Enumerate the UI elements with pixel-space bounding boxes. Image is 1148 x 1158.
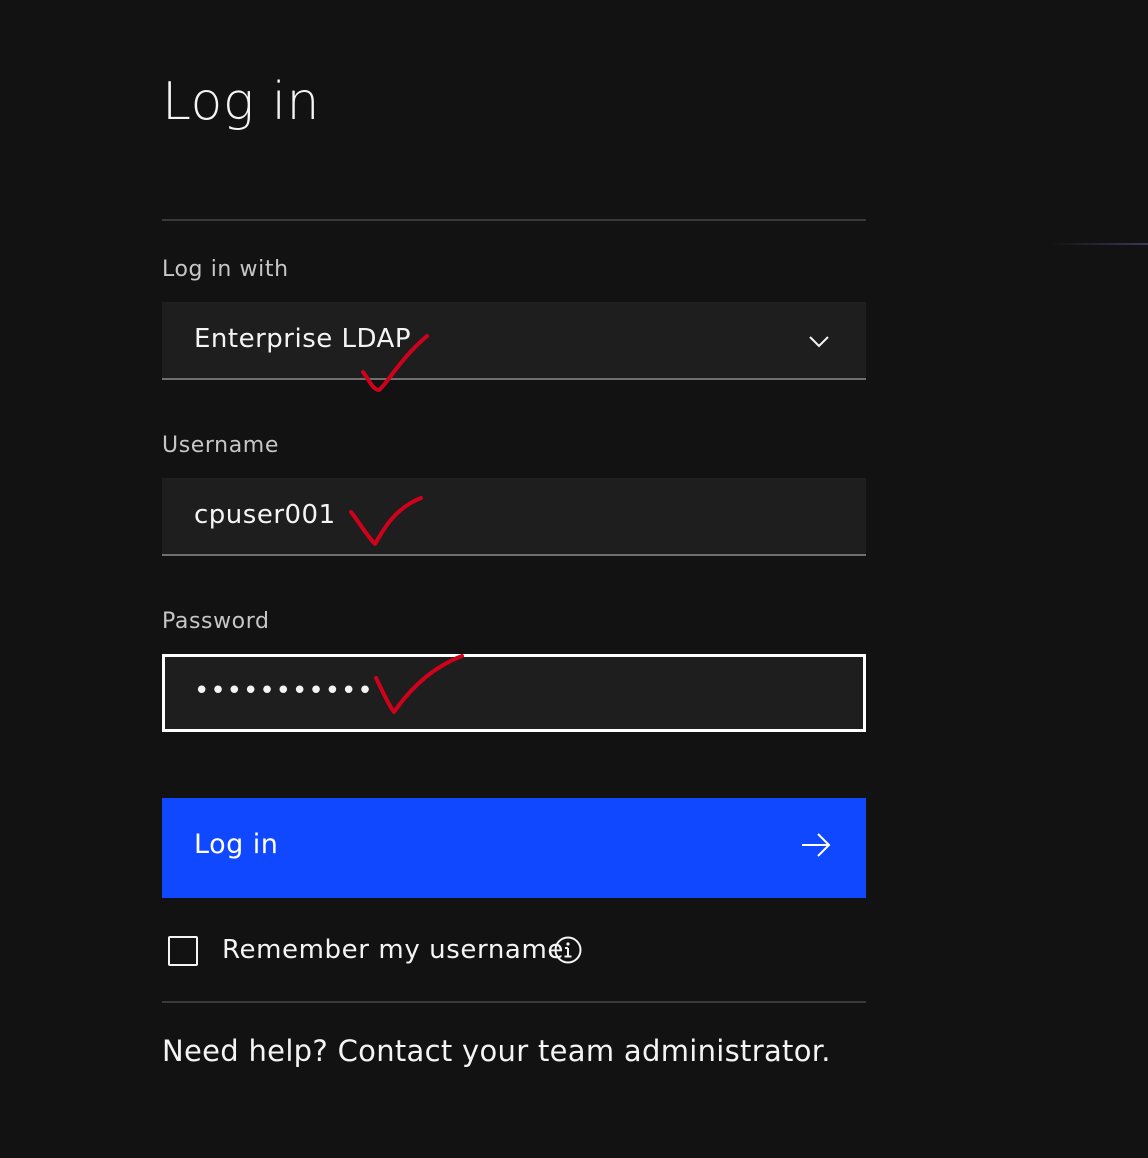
page-title: Log in: [162, 72, 321, 132]
username-field[interactable]: cpuser001: [162, 478, 866, 556]
remember-username-checkbox[interactable]: [168, 936, 198, 966]
remember-username-row: Remember my username: [168, 935, 818, 969]
username-input-value: cpuser001: [194, 500, 336, 530]
chevron-down-icon: [809, 336, 829, 348]
help-text: Need help? Contact your team administrat…: [162, 1034, 831, 1068]
login-page: Log in Log in with Enterprise LDAP Usern…: [0, 0, 1148, 1158]
background-decoration: [1050, 243, 1148, 245]
username-label: Username: [162, 433, 279, 458]
bottom-divider: [162, 1001, 866, 1003]
remember-username-label[interactable]: Remember my username: [222, 935, 564, 965]
login-method-selected-value: Enterprise LDAP: [194, 324, 412, 354]
login-button-label: Log in: [194, 829, 279, 860]
arrow-right-icon: [802, 833, 831, 857]
password-input-value: •••••••••••: [194, 676, 374, 706]
login-method-label: Log in with: [162, 257, 289, 282]
login-button[interactable]: Log in: [162, 798, 866, 898]
login-method-select[interactable]: Enterprise LDAP: [162, 302, 866, 380]
password-label: Password: [162, 609, 270, 634]
info-icon[interactable]: [554, 936, 582, 964]
password-field[interactable]: •••••••••••: [162, 654, 866, 732]
top-divider: [162, 219, 866, 221]
